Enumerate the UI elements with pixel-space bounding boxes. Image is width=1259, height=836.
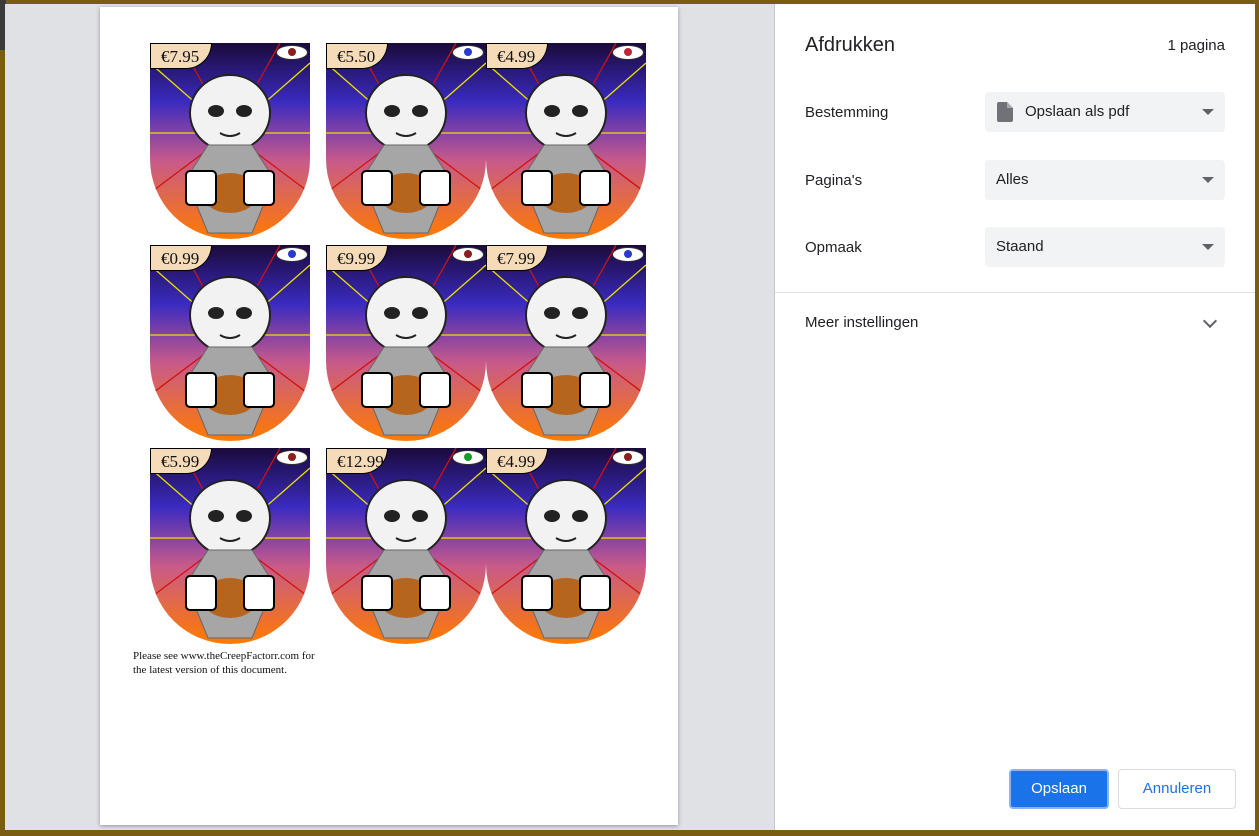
left-hand bbox=[521, 575, 553, 611]
menu-card: €5.50 bbox=[326, 43, 486, 239]
menu-card: €12.99 bbox=[326, 448, 486, 644]
layout-select[interactable]: Staand bbox=[985, 227, 1225, 267]
destination-value: Opslaan als pdf bbox=[1025, 103, 1130, 120]
right-hand bbox=[419, 575, 451, 611]
right-hand bbox=[579, 170, 611, 206]
more-settings-toggle[interactable]: Meer instellingen bbox=[805, 314, 918, 331]
card-art bbox=[150, 448, 310, 644]
card-art bbox=[486, 448, 646, 644]
card-art bbox=[326, 43, 486, 239]
eye-icon bbox=[612, 450, 644, 465]
caret-down-icon bbox=[1202, 109, 1214, 115]
pages-label: Pagina's bbox=[805, 172, 863, 189]
destination-select[interactable]: Opslaan als pdf bbox=[985, 92, 1225, 132]
caret-down-icon bbox=[1202, 244, 1214, 250]
right-hand bbox=[579, 575, 611, 611]
right-hand bbox=[243, 575, 275, 611]
page-count: 1 pagina bbox=[1167, 37, 1225, 54]
layout-value: Staand bbox=[996, 238, 1044, 255]
character-figure bbox=[525, 276, 607, 354]
menu-card: €9.99 bbox=[326, 245, 486, 441]
card-art bbox=[486, 43, 646, 239]
menu-card: €7.99 bbox=[486, 245, 646, 441]
menu-card: €7.95 bbox=[150, 43, 310, 239]
character-figure bbox=[365, 276, 447, 354]
left-hand bbox=[361, 575, 393, 611]
card-art bbox=[326, 448, 486, 644]
right-hand bbox=[419, 372, 451, 408]
print-preview-area[interactable]: €7.95 €5.50 €4.99 €0.99 €9.99 €7.99 €5.99 €12.9… bbox=[5, 4, 775, 830]
settings-panel: Afdrukken 1 pagina Bestemming Opslaan al… bbox=[775, 4, 1255, 830]
left-hand bbox=[185, 170, 217, 206]
eye-icon bbox=[276, 45, 308, 60]
dialog-title: Afdrukken bbox=[805, 34, 896, 56]
menu-card: €5.99 bbox=[150, 448, 310, 644]
card-art bbox=[150, 43, 310, 239]
eye-icon bbox=[612, 247, 644, 262]
card-art bbox=[486, 245, 646, 441]
destination-label: Bestemming bbox=[805, 104, 889, 121]
character-figure bbox=[189, 276, 271, 354]
menu-card: €4.99 bbox=[486, 43, 646, 239]
left-hand bbox=[521, 170, 553, 206]
menu-card: €4.99 bbox=[486, 448, 646, 644]
character-figure bbox=[525, 74, 607, 152]
right-hand bbox=[243, 372, 275, 408]
eye-icon bbox=[276, 450, 308, 465]
right-hand bbox=[419, 170, 451, 206]
left-hand bbox=[361, 372, 393, 408]
character-figure bbox=[525, 479, 607, 557]
left-hand bbox=[521, 372, 553, 408]
divider bbox=[775, 292, 1255, 293]
eye-icon bbox=[452, 45, 484, 60]
eye-icon bbox=[276, 247, 308, 262]
file-icon bbox=[997, 102, 1013, 122]
character-figure bbox=[189, 74, 271, 152]
card-art bbox=[326, 245, 486, 441]
pages-value: Alles bbox=[996, 171, 1029, 188]
menu-card: €0.99 bbox=[150, 245, 310, 441]
eye-icon bbox=[452, 450, 484, 465]
character-figure bbox=[365, 74, 447, 152]
footer-note-line1: Please see www.theCreepFactorr.com for bbox=[133, 650, 315, 662]
left-hand bbox=[185, 575, 217, 611]
layout-label: Opmaak bbox=[805, 239, 862, 256]
caret-down-icon bbox=[1202, 177, 1214, 183]
cancel-button[interactable]: Annuleren bbox=[1118, 769, 1236, 809]
card-art bbox=[150, 245, 310, 441]
preview-page: €7.95 €5.50 €4.99 €0.99 €9.99 €7.99 €5.99 €12.9… bbox=[100, 7, 678, 825]
footer-note-line2: the latest version of this document. bbox=[133, 664, 287, 676]
chevron-down-icon[interactable] bbox=[1202, 313, 1218, 329]
right-hand bbox=[579, 372, 611, 408]
price-tag: €12.99 bbox=[326, 448, 388, 474]
left-hand bbox=[361, 170, 393, 206]
left-hand bbox=[185, 372, 217, 408]
print-dialog: €7.95 €5.50 €4.99 €0.99 €9.99 €7.99 €5.99 €12.9… bbox=[5, 4, 1255, 830]
pages-select[interactable]: Alles bbox=[985, 160, 1225, 200]
save-button[interactable]: Opslaan bbox=[1009, 769, 1109, 809]
footer-note: Please see www.theCreepFactorr.com for t… bbox=[133, 649, 333, 677]
right-hand bbox=[243, 170, 275, 206]
eye-icon bbox=[452, 247, 484, 262]
eye-icon bbox=[612, 45, 644, 60]
character-figure bbox=[189, 479, 271, 557]
character-figure bbox=[365, 479, 447, 557]
